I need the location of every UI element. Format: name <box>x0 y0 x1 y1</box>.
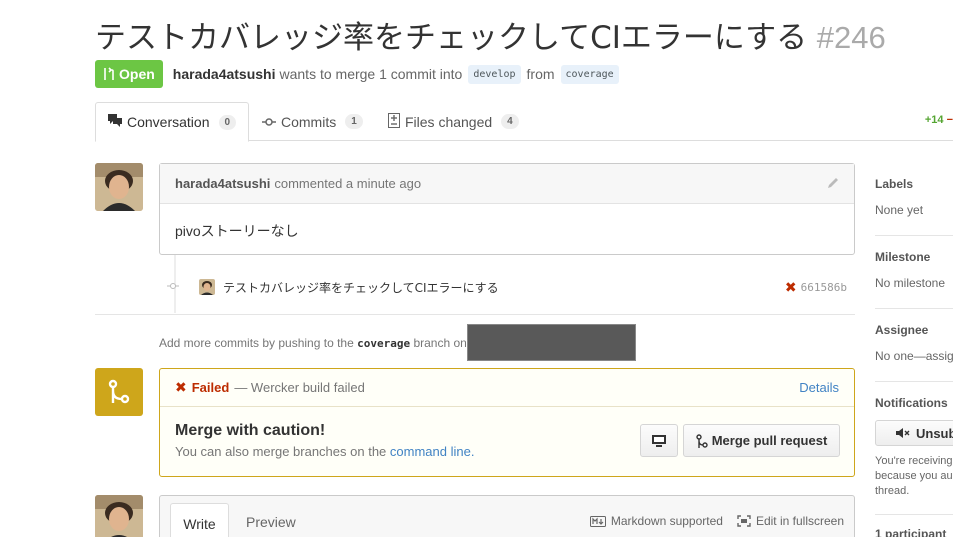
diffstat-additions: +14 <box>924 114 944 126</box>
tab-commits-label: Commits <box>281 113 337 130</box>
tab-files-count: 4 <box>501 114 519 129</box>
notifications-title: Notifications <box>875 396 948 410</box>
comment-header: harada4atsushi commented a minute ago <box>160 164 854 204</box>
merge-title: Merge with caution! <box>175 422 326 439</box>
milestone-title: Milestone <box>875 250 931 264</box>
push-note-after: branch on <box>413 336 467 350</box>
pr-number: #246 <box>816 20 886 55</box>
wants-merge-text: wants to merge 1 commit into <box>279 66 463 82</box>
tab-files-changed[interactable]: Files changed 4 <box>388 102 519 141</box>
merge-status-icon-box <box>95 368 143 416</box>
milestone-value: No milestone <box>875 276 946 290</box>
comment-timestamp: commented a minute ago <box>274 176 422 191</box>
commit-row: テストカバレッジ率をチェックしてCIエラーにする ✖ 661586b <box>167 276 855 298</box>
push-note-branch: coverage <box>357 337 411 350</box>
comment: harada4atsushi commented a minute ago pi… <box>159 163 855 255</box>
pr-title: テストカバレッジ率をチェックしてCIエラーにする <box>95 20 808 56</box>
git-merge-icon <box>696 433 708 448</box>
divider <box>875 381 953 382</box>
merge-pull-request-button[interactable]: Merge pull request <box>683 424 840 457</box>
tab-conversation[interactable]: Conversation 0 <box>95 102 250 142</box>
markdown-icon <box>589 515 606 527</box>
avatar[interactable] <box>95 495 143 537</box>
ci-status-text: — Wercker build failed <box>234 380 365 395</box>
unsubscribe-label: Unsub <box>916 425 953 441</box>
command-line-button[interactable] <box>640 424 678 457</box>
comment-editor: Write Preview Markdown supported Edit in… <box>159 495 855 537</box>
fullscreen-label: Edit in fullscreen <box>755 514 844 528</box>
tab-files-label: Files changed <box>405 113 493 130</box>
divider <box>875 235 953 236</box>
avatar[interactable] <box>95 163 143 211</box>
ci-status-row: ✖ Failed — Wercker build failed Details <box>160 369 854 407</box>
diffstat-deletions: − <box>946 114 953 126</box>
sidebar: Labels None yet Milestone No milestone A… <box>875 163 953 537</box>
redacted-region <box>467 324 636 361</box>
mute-icon <box>896 428 910 438</box>
push-note: Add more commits by pushing to the cover… <box>159 336 467 350</box>
commit-message-link[interactable]: テストカバレッジ率をチェックしてCIエラーにする <box>223 279 499 296</box>
merge-subtitle: You can also merge branches on the comma… <box>175 444 474 459</box>
command-line-link[interactable]: command line. <box>390 444 475 459</box>
labels-title: Labels <box>875 177 914 191</box>
sidebar-participants: 1 participant <box>875 527 953 537</box>
sidebar-milestone: Milestone No milestone <box>875 250 953 290</box>
monitor-icon <box>652 434 666 447</box>
tab-commits[interactable]: Commits 1 <box>262 102 363 141</box>
x-icon: ✖ <box>175 379 187 395</box>
fullscreen-icon <box>737 515 751 527</box>
pr-meta: Open harada4atsushi wants to merge 1 com… <box>95 60 625 88</box>
divider <box>875 514 953 515</box>
commit-author-avatar[interactable] <box>199 279 215 295</box>
merge-sub-text: You can also merge branches on the <box>175 444 387 459</box>
commit-icon <box>262 114 276 130</box>
head-branch: coverage <box>560 64 619 84</box>
x-icon[interactable]: ✖ <box>785 279 797 296</box>
comment-body: pivoストーリーなし <box>175 223 299 239</box>
markdown-help-link[interactable]: Markdown supported <box>589 514 723 528</box>
assignee-title: Assignee <box>875 323 929 337</box>
conversation-icon <box>108 114 122 130</box>
file-diff-icon <box>388 112 400 131</box>
preview-tab[interactable]: Preview <box>246 514 296 530</box>
pr-title-row: テストカバレッジ率をチェックしてCIエラーにする #246 <box>95 12 886 57</box>
merge-box: ✖ Failed — Wercker build failed Details … <box>159 368 855 477</box>
push-note-before: Add more commits by pushing to the <box>159 336 354 350</box>
divider <box>95 314 855 315</box>
pull-request-icon <box>104 67 114 80</box>
notifications-text: You're receiving because you au thread. <box>875 455 953 497</box>
pencil-icon[interactable] <box>826 176 840 193</box>
tab-commits-count: 1 <box>345 114 363 129</box>
commit-icon <box>167 281 179 293</box>
tab-conversation-count: 0 <box>218 114 237 130</box>
editor-tools: Markdown supported Edit in fullscreen <box>589 514 844 528</box>
labels-value: None yet <box>875 203 924 217</box>
fullscreen-link[interactable]: Edit in fullscreen <box>737 514 844 528</box>
pr-author-link[interactable]: harada4atsushi <box>173 66 276 82</box>
sidebar-labels: Labels None yet <box>875 177 953 217</box>
state-label: Open <box>119 66 155 82</box>
write-tab[interactable]: Write <box>170 503 229 537</box>
markdown-label: Markdown supported <box>610 514 723 528</box>
state-badge: Open <box>95 60 163 88</box>
sidebar-notifications: Notifications Unsub You're receiving bec… <box>875 396 953 499</box>
participants-title: 1 participant <box>875 527 947 537</box>
base-branch: develop <box>468 64 521 84</box>
pr-tabs: Conversation 0 Commits 1 Files changed 4… <box>95 102 953 142</box>
commit-status: ✖ 661586b <box>785 279 847 296</box>
from-text: from <box>526 66 555 82</box>
sidebar-assignee: Assignee No one—assig <box>875 323 953 363</box>
unsubscribe-button[interactable]: Unsub <box>875 420 953 446</box>
git-merge-icon <box>108 379 130 404</box>
commit-sha-link[interactable]: 661586b <box>801 281 847 294</box>
merge-button-label: Merge pull request <box>711 433 828 448</box>
comment-author[interactable]: harada4atsushi <box>175 176 270 191</box>
divider <box>875 308 953 309</box>
ci-status-label: Failed <box>191 380 230 395</box>
diffstat: +14 − <box>925 114 953 126</box>
tab-conversation-label: Conversation <box>127 114 210 130</box>
details-link[interactable]: Details <box>799 380 839 395</box>
assignee-value: No one—assig <box>875 349 953 363</box>
